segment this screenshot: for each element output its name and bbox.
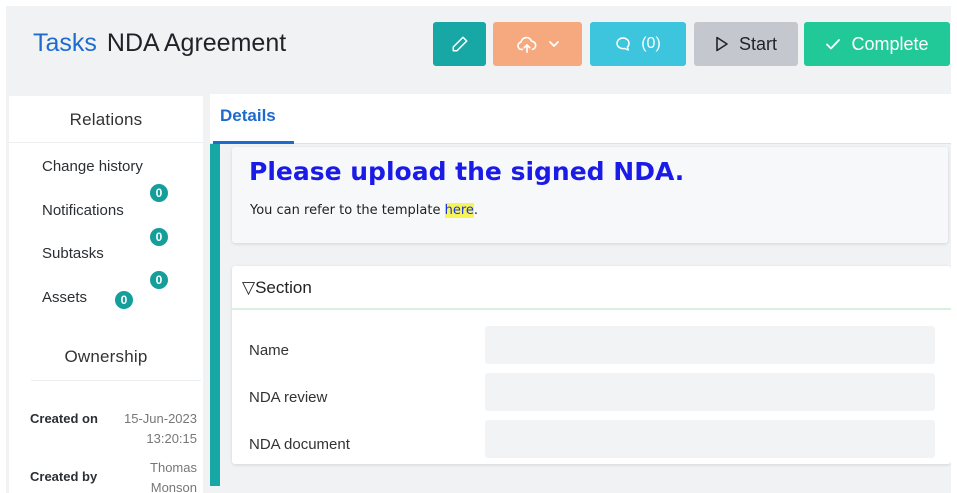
comments-count: (0) (641, 35, 661, 52)
tab-details[interactable]: Details (220, 106, 276, 126)
assets-count-badge: 0 (113, 289, 135, 311)
template-link[interactable]: here (444, 203, 474, 218)
pencil-icon (451, 35, 469, 53)
sidebar: Relations Change history Notifications S… (9, 96, 203, 493)
edit-button[interactable] (433, 22, 486, 66)
note-text-prefix: You can refer to the template (250, 203, 445, 218)
ownership-heading: Ownership (64, 347, 148, 366)
main-panel: Details Please upload the signed NDA. Yo… (210, 94, 951, 493)
section-header[interactable]: ▽Section (232, 266, 951, 310)
section-divider (232, 308, 951, 310)
note-heading: Please upload the signed NDA. (249, 157, 685, 186)
created-by-value: Thomas Monson (150, 460, 197, 493)
page-header: Tasks NDA Agreement (0) Start Complete (6, 6, 951, 84)
app-frame: Tasks NDA Agreement (0) Start Complete R… (6, 6, 951, 493)
created-by-label: Created by (30, 469, 98, 484)
cloud-upload-icon (516, 34, 538, 54)
sidebar-item-subtasks[interactable]: Subtasks (42, 245, 104, 262)
comments-button[interactable]: (0) (590, 22, 686, 66)
form-section: ▽Section Name NDA review NDA document (232, 266, 951, 464)
page-title: Tasks NDA Agreement (33, 28, 286, 58)
created-on-value: 15-Jun-2023 13:20:15 (124, 411, 197, 446)
nda-review-field[interactable] (485, 373, 935, 411)
divider (9, 142, 203, 143)
name-field-label: Name (249, 342, 290, 359)
section-title: ▽Section (242, 278, 312, 297)
task-title: NDA Agreement (106, 29, 287, 57)
breadcrumb-tasks[interactable]: Tasks (33, 29, 97, 57)
play-icon (715, 36, 729, 52)
chevron-down-icon (548, 38, 560, 50)
speech-bubble-icon (615, 36, 631, 52)
nda-review-field-label: NDA review (249, 389, 328, 406)
notifications-count-badge: 0 (148, 182, 170, 204)
relations-heading: Relations (69, 110, 143, 129)
sidebar-item-notifications[interactable]: Notifications (42, 202, 124, 219)
nda-document-field-label: NDA document (249, 436, 350, 453)
status-accent-bar (210, 144, 220, 486)
instruction-note: Please upload the signed NDA. You can re… (232, 147, 948, 243)
sidebar-item-assets[interactable]: Assets (42, 289, 87, 306)
subtasks-extra-badge: 0 (148, 269, 170, 291)
complete-button[interactable]: Complete (804, 22, 950, 66)
details-content: Please upload the signed NDA. You can re… (210, 144, 951, 493)
subtasks-count-badge: 0 (148, 226, 170, 248)
complete-label: Complete (851, 33, 929, 54)
note-text: You can refer to the template here. (250, 203, 478, 218)
check-icon (825, 37, 841, 51)
divider (31, 380, 201, 381)
start-button[interactable]: Start (694, 22, 798, 66)
name-field[interactable] (485, 326, 935, 364)
start-label: Start (738, 33, 777, 54)
nda-document-field[interactable] (485, 420, 935, 458)
sidebar-item-change-history[interactable]: Change history (42, 158, 143, 175)
created-on-label: Created on (30, 411, 98, 426)
upload-dropdown-button[interactable] (493, 22, 582, 66)
note-text-suffix: . (473, 203, 479, 218)
